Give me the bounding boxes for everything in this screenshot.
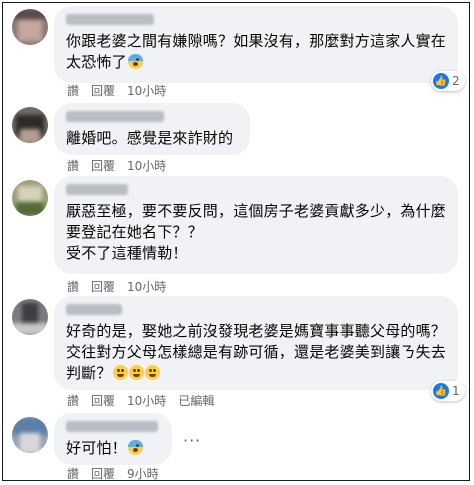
comment-bubble: 離婚吧。感覺是來詐財的 — [54, 103, 250, 155]
like-button[interactable]: 讚 — [67, 158, 79, 174]
like-icon: 👍 — [433, 383, 449, 399]
comment-actions: 讚 回覆 10小時 — [67, 279, 166, 295]
commenter-name[interactable] — [66, 304, 122, 315]
comment-text: 離婚吧。感覺是來詐財的 — [66, 129, 234, 147]
commenter-name[interactable] — [66, 14, 154, 25]
comment-actions: 讚 回覆 10小時 已編輯 — [67, 393, 214, 409]
reply-button[interactable]: 回覆 — [91, 279, 115, 295]
avatar[interactable] — [12, 299, 48, 335]
reply-button[interactable]: 回覆 — [91, 393, 115, 409]
commenter-name[interactable] — [66, 111, 164, 122]
comment-text: 厭惡至極，要不要反問，這個房子老婆貢獻多少，為什麼 要登記在她名下？？ 受不了這種情… — [66, 202, 447, 262]
reaction-count: 1 — [452, 384, 460, 398]
comment-text: 好奇的是，娶她之前沒發現老婆是媽寶事事聽父母的嗎？ 交往對方父母怎樣總是有跡可循，… — [66, 322, 447, 382]
comment-thread: 你跟老婆之間有嫌隙嗎？如果沒有，那麼對方這家人實在 太恐怖了 👍 2 讚 回覆 1… — [2, 2, 470, 481]
comment-bubble: 你跟老婆之間有嫌隙嗎？如果沒有，那麼對方這家人實在 太恐怖了 — [54, 6, 458, 83]
like-button[interactable]: 讚 — [67, 393, 79, 409]
reaction-summary[interactable]: 👍 1 — [431, 381, 465, 401]
commenter-name[interactable] — [66, 421, 158, 432]
avatar[interactable] — [12, 9, 48, 45]
comment-bubble: 好可怕！ — [54, 413, 172, 465]
fear-emoji-icon — [127, 440, 143, 455]
timestamp[interactable]: 10小時 — [127, 158, 166, 174]
comment-text: 你跟老婆之間有嫌隙嗎？如果沒有，那麼對方這家人實在 太恐怖了 — [66, 32, 447, 71]
like-button[interactable]: 讚 — [67, 279, 79, 295]
reply-button[interactable]: 回覆 — [91, 466, 115, 480]
avatar[interactable] — [12, 180, 48, 216]
commenter-name[interactable] — [66, 184, 128, 195]
like-button[interactable]: 讚 — [67, 466, 79, 480]
like-icon: 👍 — [433, 73, 449, 89]
edited-label: 已編輯 — [178, 394, 215, 408]
comment-text: 好可怕！ — [66, 438, 160, 459]
reaction-summary[interactable]: 👍 2 — [431, 71, 465, 91]
reply-button[interactable]: 回覆 — [91, 158, 115, 174]
like-button[interactable]: 讚 — [67, 83, 79, 99]
comment-bubble: 好奇的是，娶她之前沒發現老婆是媽寶事事聽父母的嗎？ 交往對方父母怎樣總是有跡可循，… — [54, 296, 458, 390]
timestamp[interactable]: 10小時 — [127, 393, 166, 409]
grin-emoji-icon — [112, 365, 128, 380]
more-options-icon[interactable]: ··· — [183, 431, 201, 450]
comment-actions: 讚 回覆 10小時 — [67, 158, 166, 174]
avatar[interactable] — [12, 107, 48, 143]
reply-button[interactable]: 回覆 — [91, 83, 115, 99]
avatar[interactable] — [12, 417, 48, 453]
timestamp[interactable]: 10小時 — [127, 279, 166, 295]
grin-emoji-icon — [144, 365, 160, 380]
comment-actions: 讚 回覆 9小時 — [67, 466, 159, 480]
grin-emoji-icon — [128, 365, 144, 380]
timestamp[interactable]: 9小時 — [127, 466, 159, 480]
comment-bubble: 厭惡至極，要不要反問，這個房子老婆貢獻多少，為什麼 要登記在她名下？？ 受不了這種情… — [54, 176, 458, 274]
comment-actions: 讚 回覆 10小時 — [67, 83, 166, 99]
fear-emoji-icon — [127, 54, 143, 69]
reaction-count: 2 — [452, 74, 460, 88]
timestamp[interactable]: 10小時 — [127, 83, 166, 99]
